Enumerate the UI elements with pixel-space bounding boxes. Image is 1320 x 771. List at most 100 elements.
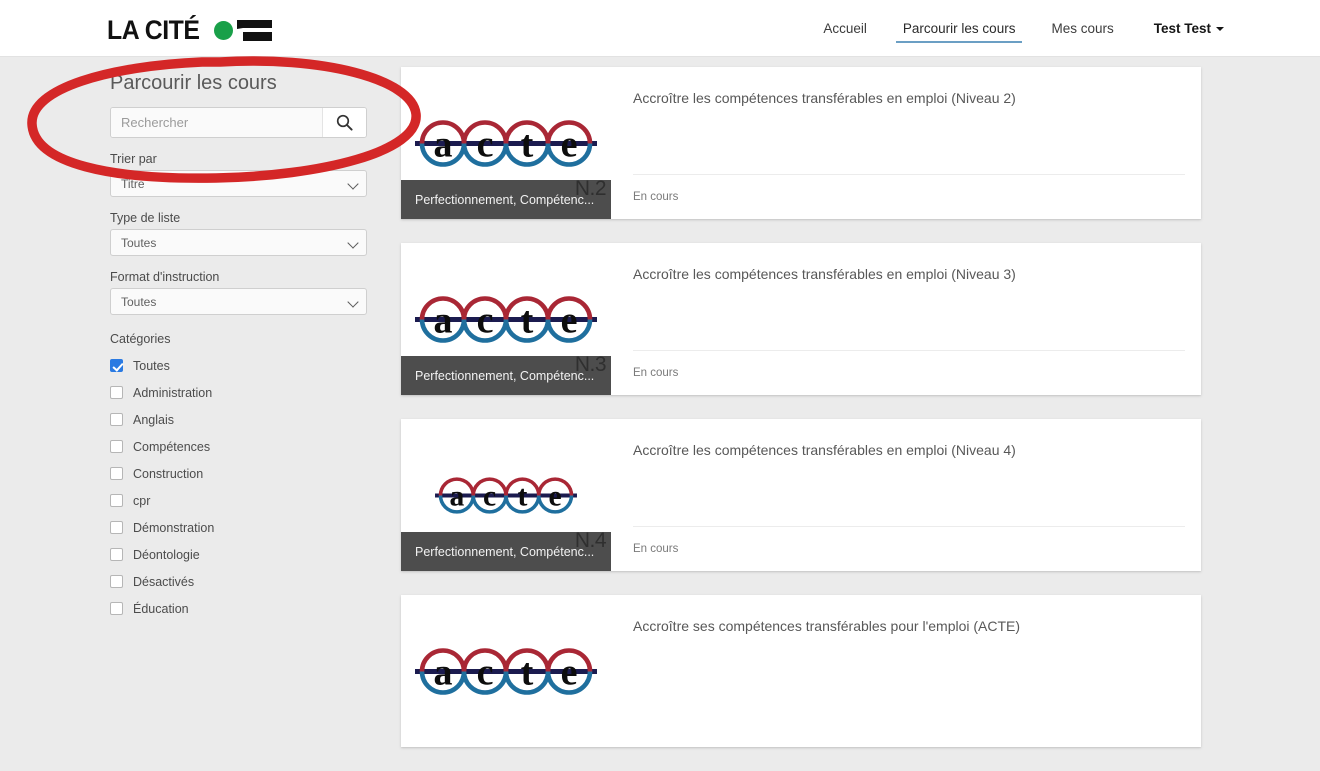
- category-label: Compétences: [133, 439, 211, 454]
- category-checkbox[interactable]: [110, 440, 123, 453]
- category-checkbox[interactable]: [110, 602, 123, 615]
- svg-text:t: t: [521, 300, 534, 342]
- categories-list: Toutes Administration Anglais Compétences Co…: [110, 352, 370, 622]
- category-row[interactable]: Construction: [110, 460, 370, 487]
- course-level-badge: N.2: [574, 177, 607, 200]
- svg-text:e: e: [549, 481, 562, 513]
- brand-logo[interactable]: LA CITÉ: [107, 14, 272, 46]
- category-checkbox[interactable]: [110, 467, 123, 480]
- course-title[interactable]: Accroître les compétences transférables …: [633, 265, 1181, 284]
- category-checkbox[interactable]: [110, 359, 123, 372]
- category-row[interactable]: Compétences: [110, 433, 370, 460]
- category-checkbox[interactable]: [110, 575, 123, 588]
- chevron-down-icon: [347, 237, 359, 249]
- instruction-format-select[interactable]: Toutes: [110, 288, 367, 315]
- course-status: En cours: [633, 367, 679, 379]
- acte-logo-icon: acte: [415, 648, 597, 695]
- svg-text:c: c: [477, 124, 494, 166]
- category-label: Construction: [133, 466, 204, 481]
- category-row[interactable]: Déontologie: [110, 541, 370, 568]
- category-label: Administration: [133, 385, 213, 400]
- course-card-body: Accroître les compétences transférables …: [611, 243, 1201, 395]
- course-logo: acte: [432, 468, 580, 528]
- chevron-down-icon: [347, 178, 359, 190]
- category-row[interactable]: Anglais: [110, 406, 370, 433]
- svg-text:e: e: [561, 124, 578, 166]
- search-bar: [110, 107, 367, 138]
- course-card-media: a c t e N.2 Perfectionnement, Compétenc...: [401, 67, 611, 219]
- site-header: LA CITÉ Accueil Parcourir les cours Mes …: [0, 0, 1320, 57]
- instruction-format-select-value: Toutes: [121, 294, 157, 309]
- course-card[interactable]: a c t e N.3 Perfectionnement, Compétenc... Acc…: [401, 243, 1201, 395]
- svg-text:t: t: [517, 481, 527, 513]
- course-card-body: Accroître ses compétences transférables …: [611, 595, 1201, 747]
- instruction-format-label: Format d'instruction: [110, 270, 220, 284]
- category-label: Démonstration: [133, 520, 215, 535]
- list-type-select[interactable]: Toutes: [110, 229, 367, 256]
- main-navigation: Accueil Parcourir les cours Mes cours Te…: [805, 0, 1224, 57]
- category-label: Toutes: [133, 358, 170, 373]
- course-title[interactable]: Accroître les compétences transférables …: [633, 441, 1181, 460]
- nav-item-parcourir-les-cours[interactable]: Parcourir les cours: [885, 2, 1034, 55]
- course-level-badge: N.4: [574, 529, 607, 552]
- category-row[interactable]: Éducation: [110, 595, 370, 622]
- course-card-media: a c t e N.4 Perfectionnement, Compétenc...: [401, 419, 611, 571]
- category-checkbox[interactable]: [110, 386, 123, 399]
- chevron-down-icon: [347, 296, 359, 308]
- course-level-badge: N.3: [574, 353, 607, 376]
- sort-label: Trier par: [110, 152, 157, 166]
- course-card-media: a c t e N.3 Perfectionnement, Compétenc...: [401, 243, 611, 395]
- category-checkbox[interactable]: [110, 494, 123, 507]
- svg-text:a: a: [434, 652, 453, 694]
- category-label: Anglais: [133, 412, 174, 427]
- course-logo: acte: [411, 109, 601, 184]
- course-status: En cours: [633, 543, 679, 555]
- svg-text:c: c: [483, 481, 496, 513]
- svg-text:t: t: [521, 124, 534, 166]
- category-row[interactable]: Toutes: [110, 352, 370, 379]
- course-card-footer: En cours: [633, 350, 1185, 395]
- category-checkbox[interactable]: [110, 521, 123, 534]
- brand-logo-mark: [213, 15, 272, 45]
- category-checkbox[interactable]: [110, 548, 123, 561]
- search-button[interactable]: [322, 108, 366, 137]
- course-category-text: Perfectionnement, Compétenc...: [415, 368, 595, 383]
- svg-text:c: c: [477, 300, 494, 342]
- list-type-label: Type de liste: [110, 211, 181, 225]
- flag-icon: [236, 20, 272, 41]
- course-card-footer: En cours: [633, 174, 1185, 219]
- acte-logo-icon: acte: [415, 296, 597, 343]
- acte-logo-icon: acte: [415, 120, 597, 167]
- course-title[interactable]: Accroître les compétences transférables …: [633, 89, 1181, 108]
- nav-item-mes-cours[interactable]: Mes cours: [1033, 2, 1131, 55]
- course-card[interactable]: a c t e Accroître ses compétences transférab…: [401, 595, 1201, 747]
- filters-sidebar: Parcourir les cours Trier par Titre Type…: [110, 73, 370, 622]
- acte-logo-icon: acte: [435, 477, 577, 514]
- svg-text:e: e: [561, 300, 578, 342]
- category-row[interactable]: Démonstration: [110, 514, 370, 541]
- category-row[interactable]: cpr: [110, 487, 370, 514]
- page-title: Parcourir les cours: [110, 72, 277, 94]
- brand-logo-text: LA CITÉ: [107, 14, 200, 45]
- search-input[interactable]: [111, 108, 322, 137]
- course-card[interactable]: a c t e N.2 Perfectionnement, Compétenc... Acc…: [401, 67, 1201, 219]
- sort-select-value: Titre: [121, 176, 145, 191]
- course-logo: acte: [411, 637, 601, 712]
- category-row[interactable]: Administration: [110, 379, 370, 406]
- svg-text:e: e: [561, 652, 578, 694]
- svg-text:t: t: [521, 652, 534, 694]
- svg-text:a: a: [434, 300, 453, 342]
- nav-item-accueil[interactable]: Accueil: [805, 2, 885, 55]
- category-checkbox[interactable]: [110, 413, 123, 426]
- green-circle-icon: [213, 21, 233, 40]
- sort-select[interactable]: Titre: [110, 170, 367, 197]
- course-title[interactable]: Accroître ses compétences transférables …: [633, 617, 1181, 636]
- course-category-text: Perfectionnement, Compétenc...: [415, 544, 595, 559]
- category-row[interactable]: Désactivés: [110, 568, 370, 595]
- svg-text:a: a: [449, 481, 464, 513]
- course-card[interactable]: a c t e N.4 Perfectionnement, Compétenc... Acc…: [401, 419, 1201, 571]
- course-card-media: acte: [401, 595, 611, 747]
- user-menu-button[interactable]: Test Test: [1132, 2, 1224, 55]
- page-content: Parcourir les cours Trier par Titre Type…: [0, 57, 1320, 747]
- search-icon: [336, 114, 353, 131]
